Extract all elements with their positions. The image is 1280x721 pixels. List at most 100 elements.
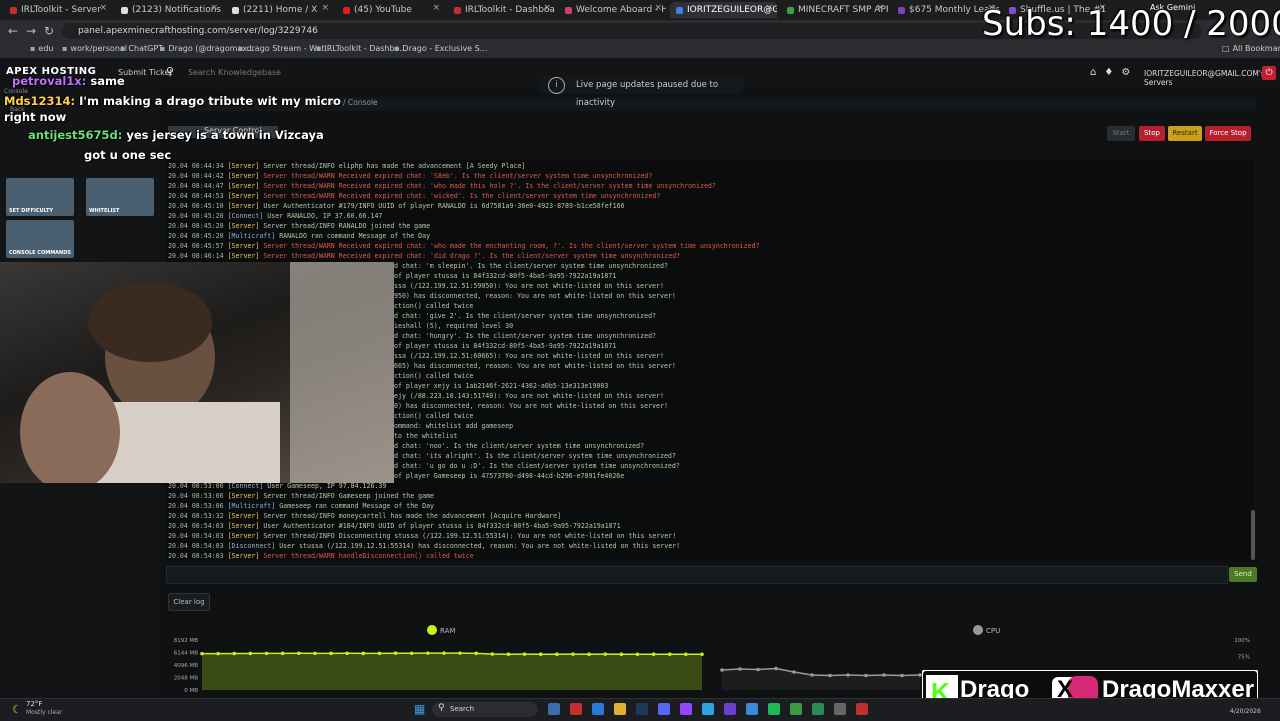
chat-message: got u one sec	[84, 148, 171, 162]
console-line: 20.04 08:45:20 [Multicraft] RANALDO ran …	[168, 232, 430, 240]
browser-tab[interactable]: MINECRAFT SMP APPLICAT×	[781, 2, 888, 18]
log-message: Server thread/WARN Received expired chat…	[263, 182, 716, 190]
reload-icon[interactable]: ↻	[44, 24, 54, 38]
tab-close-icon[interactable]: ×	[432, 3, 440, 13]
file-explorer-icon[interactable]	[614, 703, 626, 715]
tab-label: (2211) Home / X	[243, 5, 318, 15]
log-tag: [Server]	[227, 532, 260, 540]
back-arrow-icon[interactable]: ←	[8, 24, 18, 38]
windows-start-icon[interactable]: ▦	[414, 702, 425, 716]
console-line: 20.04 08:45:20 [Connect] User RANALDO, I…	[168, 212, 382, 220]
card-label: WHITELIST	[89, 208, 120, 214]
tab-close-icon[interactable]: ×	[876, 3, 884, 13]
power-icon[interactable]: ⏻	[1262, 66, 1276, 80]
taskbar-date[interactable]: 4/20/2026	[1230, 708, 1261, 715]
browser-tab[interactable]: IRLToolkit - Server ×	[4, 2, 111, 18]
console-scrollbar[interactable]	[1251, 510, 1255, 560]
task-view-icon[interactable]	[548, 703, 560, 715]
bookmark-item[interactable]: ▪ edu	[30, 44, 54, 53]
steam-icon[interactable]	[636, 703, 648, 715]
spotify-icon[interactable]	[768, 703, 780, 715]
console-line: of player stussa is 84f332cd-80f5-4ba5-9…	[394, 342, 616, 350]
bookmark-item[interactable]: ▪ work/personal	[62, 44, 127, 53]
account-servers-link[interactable]: IORITZEGUILEOR@GMAIL.COM's Servers	[1144, 69, 1280, 87]
legend-swatch	[973, 625, 983, 635]
tab-close-icon[interactable]: ×	[321, 3, 329, 13]
data-point	[684, 652, 688, 657]
log-timestamp: 20.04 08:53:06	[168, 492, 224, 500]
log-tag: [Server]	[227, 552, 260, 560]
edge-icon[interactable]	[592, 703, 604, 715]
bookmark-item[interactable]: ▪ ChatGPT	[120, 44, 163, 53]
stop-button[interactable]: Stop	[1139, 126, 1165, 141]
browser-tab[interactable]: IORITZEGUILEOR@GMAIL.C×	[670, 2, 777, 18]
app-icon[interactable]	[812, 703, 824, 715]
chat-message: petroval1x: same	[12, 74, 125, 88]
log-timestamp: 20.04 08:44:47	[168, 182, 224, 190]
browser-tab[interactable]: IRLToolkit - Dashboard ×	[448, 2, 555, 18]
weather-icon: ☾	[12, 703, 22, 716]
app-icon[interactable]	[724, 703, 736, 715]
home-icon[interactable]: ⌂	[1090, 67, 1096, 78]
bookmark-icon: ▪	[62, 44, 68, 53]
browser-tab[interactable]: (45) YouTube ×	[337, 2, 444, 18]
browser-tab[interactable]: (2211) Home / X ×	[226, 2, 333, 18]
tab-close-icon[interactable]: ×	[210, 3, 218, 13]
tab-close-icon[interactable]: ×	[765, 3, 773, 13]
submit-ticket-link[interactable]: Submit Ticket	[118, 68, 173, 77]
all-bookmarks[interactable]: □ All Bookmarks	[1222, 44, 1280, 53]
app-icon[interactable]	[746, 703, 758, 715]
set-difficulty-card[interactable]: SET DIFFICULTY	[6, 178, 74, 216]
console-line: ssa (/122.199.12.51:60665): You are not …	[394, 352, 664, 360]
log-message: Server thread/WARN Received expired chat…	[263, 242, 760, 250]
log-timestamp: 20.04 08:53:32	[168, 512, 224, 520]
tab-favicon-icon	[232, 6, 239, 14]
log-message: Server thread/INFO moneycartell has made…	[263, 512, 562, 520]
log-message: Server thread/WARN Received expired chat…	[263, 192, 661, 200]
browser-tab[interactable]: Welcome Aboard - Here is×	[559, 2, 666, 18]
data-point	[264, 651, 269, 656]
start-button[interactable]: Start	[1107, 126, 1135, 141]
gear-icon[interactable]: ⚙	[1121, 67, 1130, 78]
log-message: 0) has disconnected, reason: You are not…	[394, 402, 668, 410]
forward-arrow-icon[interactable]: →	[26, 24, 36, 38]
bookmark-item[interactable]: ▪ Drago - Exclusive S...	[394, 44, 487, 53]
whitelist-card[interactable]: WHITELIST	[86, 178, 154, 216]
telegram-icon[interactable]	[702, 703, 714, 715]
log-message: 665) has disconnected, reason: You are n…	[394, 362, 676, 370]
bookmark-icon: ▪	[394, 44, 400, 53]
minecraft-icon[interactable]	[790, 703, 802, 715]
weather-temp[interactable]: 72°F	[26, 700, 42, 708]
log-message: d chat: 'hungry'. Is the client/server s…	[394, 332, 657, 340]
tab-close-icon[interactable]: ×	[654, 3, 662, 13]
browser-tab[interactable]: (2123) Notifications / X×	[115, 2, 222, 18]
tab-favicon-icon	[10, 6, 17, 14]
tab-close-icon[interactable]: ×	[99, 3, 107, 13]
settings-icon[interactable]	[834, 703, 846, 715]
chrome-icon[interactable]	[570, 703, 582, 715]
log-tag: [Server]	[227, 492, 260, 500]
bell-icon[interactable]: ♦	[1104, 67, 1113, 78]
console-line: d chat: 'hungry'. Is the client/server s…	[394, 332, 656, 340]
taskbar-search[interactable]: ⚲ Search	[432, 702, 538, 717]
tab-close-icon[interactable]: ×	[543, 3, 551, 13]
data-point	[522, 652, 527, 656]
restart-button[interactable]: Restart	[1168, 126, 1202, 141]
discord-icon[interactable]	[658, 703, 670, 715]
search-input[interactable]: Search Knowledgebase	[188, 68, 281, 77]
log-timestamp: 20.04 08:53:06	[168, 502, 224, 510]
tab-label: (45) YouTube	[354, 5, 412, 15]
log-message: d chat: 'noo'. Is the client/server syst…	[394, 442, 645, 450]
log-message: User Authenticator #184/INFO UUID of pla…	[263, 522, 621, 530]
send-button[interactable]: Send	[1229, 567, 1257, 582]
console-command-input[interactable]	[166, 566, 1228, 584]
console-commands-card[interactable]: CONSOLE COMMANDS	[6, 220, 74, 258]
force-stop-button[interactable]: Force Stop	[1205, 126, 1251, 141]
y-tick-label: 6144 MB	[174, 651, 198, 657]
twitch-icon[interactable]	[680, 703, 692, 715]
search-icon[interactable]: ⚲	[166, 65, 174, 78]
clear-log-button[interactable]: Clear log	[168, 593, 210, 611]
app-icon[interactable]	[856, 703, 868, 715]
data-point	[248, 651, 253, 656]
console-line: ction() called twice	[394, 412, 473, 420]
